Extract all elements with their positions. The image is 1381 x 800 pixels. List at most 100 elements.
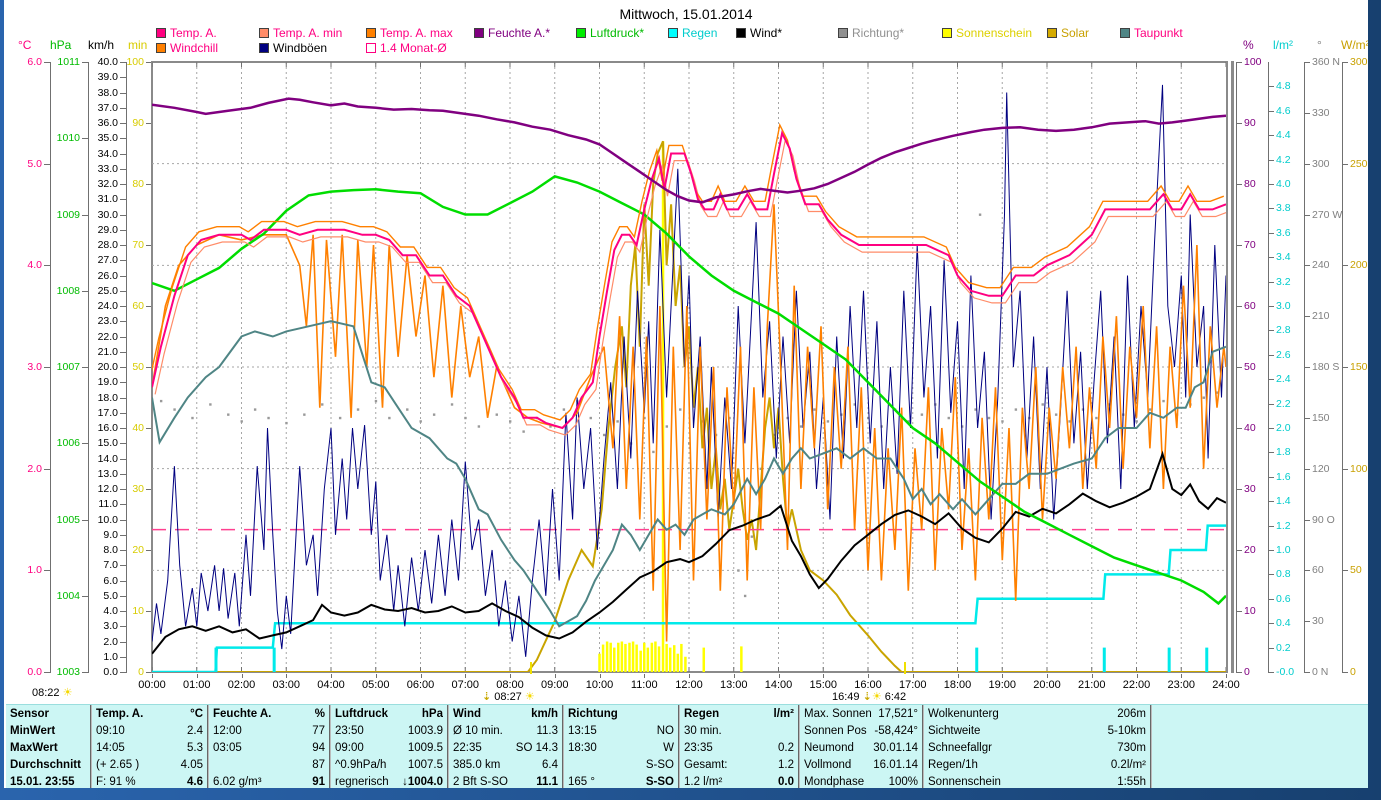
table-row: Richtung xyxy=(568,706,674,723)
sun-icon: ☀ xyxy=(524,691,535,703)
table-row: regnerisch ↓1004.0 xyxy=(335,774,443,788)
cell-value: 5-10km xyxy=(1107,725,1146,737)
tick-label-min: 90 xyxy=(132,117,144,129)
axis-tick xyxy=(1268,476,1274,478)
tick-label-km/h: 13.0 xyxy=(97,467,118,480)
cell-value: 11.3 xyxy=(536,725,558,737)
tick-label-hPa: 1011 xyxy=(57,56,80,68)
axis-tick xyxy=(1304,621,1310,623)
tick-label-l/m²: 3.2 xyxy=(1276,275,1291,288)
axis-tick xyxy=(1268,452,1274,454)
axis-tick xyxy=(1236,62,1242,63)
legend-item-sonnenschein: Sonnenschein xyxy=(942,26,1032,40)
cell-label: MinWert xyxy=(10,725,56,737)
sunset-label: 16:49 ⇣☀ 6:42 xyxy=(832,691,907,703)
table-row: ^0.9hPa/h 1007.5 xyxy=(335,757,443,774)
cell-label: Durchschnitt xyxy=(10,759,81,771)
x-tick xyxy=(331,674,332,678)
cell-label: 14:05 xyxy=(96,742,125,754)
axis-tick xyxy=(1304,112,1310,114)
legend-swatch-richtung xyxy=(838,28,848,38)
legend-swatch-temp-a-max xyxy=(366,28,376,38)
plot-border-right xyxy=(1231,61,1234,673)
tick-label-km/h: 1.0 xyxy=(103,650,118,663)
legend-label: Regen xyxy=(682,26,718,40)
legend-label: Feuchte A.* xyxy=(488,26,551,40)
cell-label: 23:35 xyxy=(684,742,713,754)
tick-label-km/h: 18.0 xyxy=(97,391,118,404)
tick-label-km/h: 2.0 xyxy=(103,635,118,648)
cell-label: 15.01. 23:55 xyxy=(10,776,75,788)
table-row: Ø 10 min. 11.3 xyxy=(453,723,558,740)
tick-label-l/m²: 2.4 xyxy=(1276,373,1291,386)
table-col-regen: Regen l/m² 30 min. 23:35 0.2 Gesamt: 1.2 1.2 l/… xyxy=(680,705,800,788)
cell-value: 1003.9 xyxy=(407,725,443,737)
legend-label: Richtung* xyxy=(852,26,905,40)
tick-label-l/m²: 4.4 xyxy=(1276,129,1291,142)
tick-label-l/m²: 4.6 xyxy=(1276,104,1291,117)
cell-label: 18:30 xyxy=(568,742,597,754)
dot-richtung xyxy=(338,416,342,420)
tick-label-%: 0 xyxy=(1244,666,1250,678)
legend-swatch-temp-a xyxy=(156,28,166,38)
tick-label-km/h: 29.0 xyxy=(97,223,118,236)
sensor-table: Sensor MinWert MaxWert Durchschnitt 15.01. 2… xyxy=(6,704,1368,788)
unit-label-C: °C xyxy=(18,38,32,52)
axis-tick xyxy=(120,504,126,506)
legend-swatch-taupunkt xyxy=(1120,28,1130,38)
legend-label: Taupunkt xyxy=(1134,26,1183,40)
chart-plot xyxy=(152,62,1226,672)
dot-richtung xyxy=(589,416,592,420)
table-col-richtung: Richtung 13:15 NO 18:30 W S-SO 165 ° S-SO xyxy=(564,705,680,788)
tick-label-%: 20 xyxy=(1244,544,1256,556)
axis-tick xyxy=(1236,367,1242,368)
tick-label-W/m²: 100 xyxy=(1350,462,1368,475)
cell-value: W xyxy=(663,742,674,754)
x-tick-label: 19:00 xyxy=(988,679,1017,691)
tick-label-km/h: 3.0 xyxy=(103,620,118,633)
axis-tick xyxy=(120,397,126,399)
tick-label-min: 40 xyxy=(132,422,144,434)
axis-tick xyxy=(1268,232,1274,234)
unit-label-: ° xyxy=(1317,38,1322,52)
table-row: MaxWert xyxy=(10,740,86,757)
cell-label: Wolkenunterg xyxy=(928,708,999,720)
axis-tick xyxy=(1268,184,1274,185)
cell-label: Schneefallgr xyxy=(928,742,992,754)
x-tick xyxy=(644,674,646,678)
tick-label-hPa: 1005 xyxy=(56,513,80,526)
cell-label: Sichtweite xyxy=(928,725,981,737)
cell-value: S-SO xyxy=(645,776,674,788)
cell-value: 1007.5 xyxy=(407,759,443,771)
axis-tick xyxy=(1236,672,1242,673)
table-row: Luftdruck hPa xyxy=(335,706,443,723)
dot-richtung xyxy=(388,416,391,420)
x-tick-label: 10:00 xyxy=(585,679,614,691)
axis-tick xyxy=(1342,367,1348,368)
cell-label: 2 Bft S-SO xyxy=(453,776,508,788)
axis-tick xyxy=(120,473,126,475)
legend-swatch-solar xyxy=(1047,28,1057,38)
cell-label: Gesamt: xyxy=(684,759,728,771)
tick-label-l/m²: 2.8 xyxy=(1276,324,1291,337)
page-title: Mittwoch, 15.01.2014 xyxy=(619,6,753,22)
cell-value: 94 xyxy=(312,742,325,754)
cell-label: Regen xyxy=(684,708,720,720)
x-tick xyxy=(868,674,869,678)
x-tick-label: 21:00 xyxy=(1077,679,1106,691)
axis-tick xyxy=(1268,647,1274,649)
tick-label-km/h: 37.0 xyxy=(97,101,118,114)
tick-label-l/m²: 0.8 xyxy=(1276,568,1291,581)
tick-label-km/h: 11.0 xyxy=(98,498,118,511)
cell-label: Ø 10 min. xyxy=(453,725,503,737)
axis-tick xyxy=(1268,159,1274,161)
axis-tick xyxy=(1236,550,1242,551)
table-col-wind: Wind km/h Ø 10 min. 11.3 22:35 SO 14.3 385.0 k… xyxy=(449,705,564,788)
cell-label: ^0.9hPa/h xyxy=(335,759,387,771)
cell-value: 11.1 xyxy=(536,776,558,788)
axis-tick xyxy=(44,570,50,572)
dot-richtung xyxy=(509,420,512,423)
dot-richtung xyxy=(813,408,816,411)
tick-label-hPa: 1007 xyxy=(56,361,80,373)
x-tick-label: 09:00 xyxy=(540,679,569,691)
